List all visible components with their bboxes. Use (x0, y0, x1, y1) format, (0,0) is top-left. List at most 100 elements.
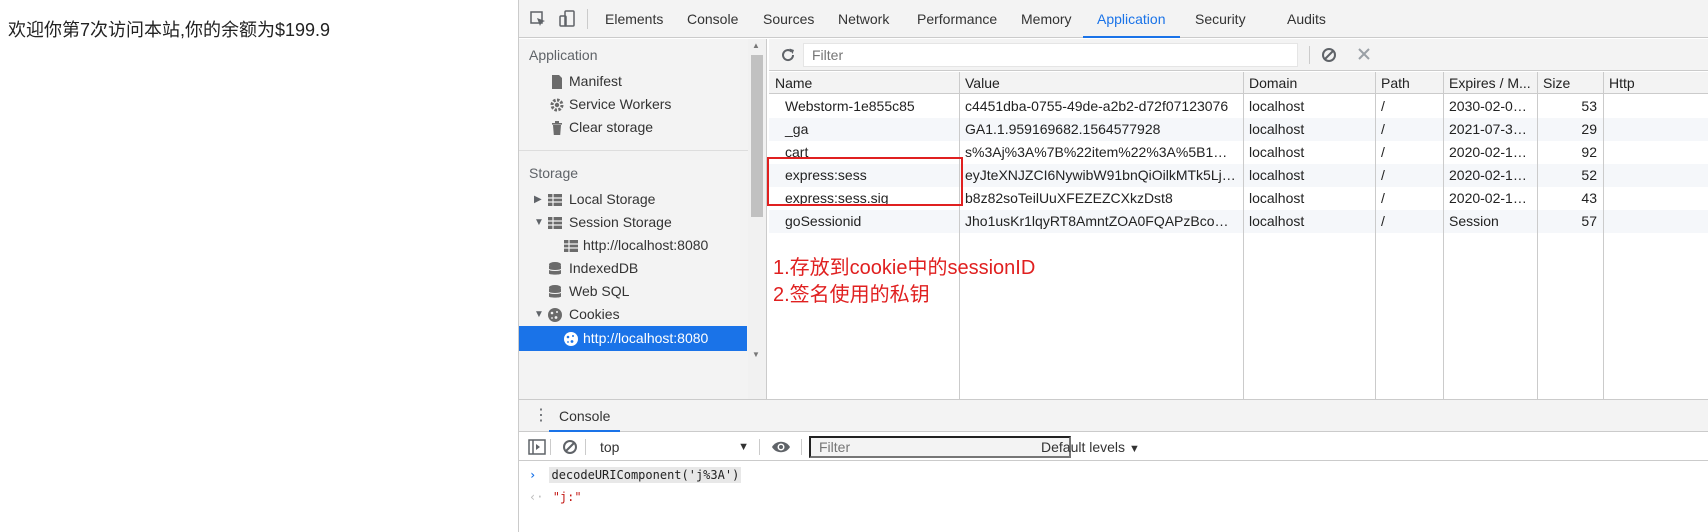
database-icon (547, 283, 563, 299)
database-icon (547, 260, 563, 276)
column-divider[interactable] (1603, 72, 1604, 399)
console-tabbar: ⋮ Console (519, 400, 1708, 432)
expand-arrow-icon[interactable]: ▶ (534, 187, 542, 212)
column-divider[interactable] (1537, 72, 1538, 399)
clear-all-icon[interactable] (1321, 47, 1337, 66)
sidebar-item-cookies-origin[interactable]: http://localhost:8080 (519, 326, 747, 351)
log-levels-dropdown[interactable]: Default levels ▼ (1041, 436, 1140, 458)
application-sidebar: Application Manifest Service Workers Cle… (519, 39, 767, 399)
tabbar-separator (587, 9, 588, 29)
console-output-value[interactable]: "j:" (553, 490, 582, 504)
sidebar-scrollbar[interactable]: ▲ ▼ (748, 39, 766, 399)
cookie-path: / (1381, 98, 1385, 114)
collapse-arrow-icon[interactable]: ▼ (534, 302, 544, 327)
sidebar-item-label: Service Workers (569, 96, 672, 112)
column-header-value[interactable]: Value (959, 72, 1243, 94)
console-toolbar: top ▼ Default levels ▼ (519, 433, 1708, 461)
sidebar-item-label: Cookies (569, 306, 620, 322)
cookie-name: cart (785, 144, 809, 160)
table-row[interactable]: Webstorm-1e855c85 c4451dba-0755-49de-a2b… (769, 95, 1708, 118)
log-levels-label: Default levels (1041, 439, 1126, 455)
cookie-value: b8z82soTeilUuXFEZEZCXkzDst8 (965, 190, 1173, 206)
column-header-httponly[interactable]: Http (1603, 72, 1708, 94)
device-toolbar-icon[interactable] (559, 10, 577, 28)
tab-performance[interactable]: Performance (915, 0, 999, 38)
cookies-table: Name Value Domain Path Expires / M... Si… (767, 72, 1708, 399)
refresh-icon[interactable] (779, 46, 797, 67)
sidebar-item-label: http://localhost:8080 (583, 237, 709, 253)
tab-sources[interactable]: Sources (761, 0, 816, 38)
more-options-icon[interactable]: ⋮ (533, 406, 549, 426)
sidebar-item-manifest[interactable]: Manifest (519, 69, 749, 94)
sidebar-item-local-storage[interactable]: ▶ Local Storage (519, 187, 749, 212)
tab-memory[interactable]: Memory (1019, 0, 1074, 38)
cookie-path: / (1381, 144, 1385, 160)
sidebar-item-cookies[interactable]: ▼ Cookies (519, 302, 749, 327)
column-divider[interactable] (959, 72, 960, 399)
cookie-domain: localhost (1249, 121, 1305, 137)
collapse-arrow-icon[interactable]: ▼ (534, 210, 544, 235)
cookie-name: express:sess.sig (785, 190, 889, 206)
cookie-path: / (1381, 190, 1385, 206)
table-header-row: Name Value Domain Path Expires / M... Si… (769, 72, 1708, 94)
toolbar-separator (801, 439, 802, 455)
sidebar-item-web-sql[interactable]: Web SQL (519, 279, 749, 304)
console-filter-input[interactable] (809, 436, 1071, 458)
cookie-expires: 2021-07-30... (1449, 121, 1533, 137)
sidebar-item-clear-storage[interactable]: Clear storage (519, 115, 749, 140)
column-divider[interactable] (1375, 72, 1376, 399)
cookie-value: eyJteXNJZCI6NywibW91bnQiOilkMTk5Ljkif... (965, 167, 1243, 183)
sidebar-item-label: http://localhost:8080 (583, 330, 709, 346)
tab-security[interactable]: Security (1193, 0, 1248, 38)
column-divider[interactable] (1243, 72, 1244, 399)
sidebar-divider (519, 150, 749, 151)
console-tab[interactable]: Console (548, 400, 621, 432)
tab-application[interactable]: Application (1083, 0, 1179, 38)
sidebar-item-session-storage-origin[interactable]: http://localhost:8080 (519, 233, 749, 258)
column-divider[interactable] (1443, 72, 1444, 399)
cookie-icon (547, 306, 563, 322)
inspect-element-icon[interactable] (529, 10, 547, 28)
toolbar-separator (1309, 46, 1310, 64)
sidebar-header-storage: Storage (529, 165, 579, 181)
tab-audits[interactable]: Audits (1285, 0, 1328, 38)
clear-console-icon[interactable] (562, 439, 578, 458)
eye-icon[interactable] (771, 439, 791, 458)
context-selector[interactable]: top ▼ (599, 436, 749, 458)
table-row[interactable]: _ga GA1.1.959169682.1564577928 localhost… (769, 118, 1708, 141)
delete-selected-icon[interactable] (1357, 47, 1371, 64)
table-row[interactable]: express:sess eyJteXNJZCI6NywibW91bnQiOil… (769, 164, 1708, 187)
tab-network[interactable]: Network (836, 0, 891, 38)
tab-elements[interactable]: Elements (603, 0, 665, 38)
tab-console[interactable]: Console (685, 0, 740, 38)
scroll-up-arrow-icon[interactable]: ▲ (752, 41, 760, 50)
cookie-name: express:sess (785, 167, 867, 183)
table-row[interactable]: express:sess.sig b8z82soTeilUuXFEZEZCXkz… (769, 187, 1708, 210)
cookie-size: 29 (1581, 121, 1597, 137)
cookie-name: _ga (785, 121, 809, 137)
cookie-size: 43 (1581, 190, 1597, 206)
column-header-size[interactable]: Size (1537, 72, 1603, 94)
sidebar-item-indexeddb[interactable]: IndexedDB (519, 256, 749, 281)
scroll-down-arrow-icon[interactable]: ▼ (752, 350, 760, 359)
table-row[interactable]: cart s%3Aj%3A%7B%22item%22%3A%5B1%2C... … (769, 141, 1708, 164)
sidebar-item-service-workers[interactable]: Service Workers (519, 92, 749, 117)
column-header-path[interactable]: Path (1375, 72, 1443, 94)
web-page: 欢迎你第7次访问本站,你的余额为$199.9 (0, 0, 518, 532)
column-header-domain[interactable]: Domain (1243, 72, 1375, 94)
table-row[interactable]: goSessionid Jho1usKr1lqyRT8AmntZOA0FQAPz… (769, 210, 1708, 233)
show-sidebar-icon[interactable] (528, 438, 546, 459)
scrollbar-thumb[interactable] (751, 55, 763, 217)
console-drawer: ⋮ Console top ▼ Default levels (519, 399, 1708, 532)
toolbar-separator (550, 439, 551, 455)
console-input-code[interactable]: decodeURIComponent('j%3A') (549, 467, 742, 483)
column-header-name[interactable]: Name (769, 72, 959, 94)
sidebar-item-label: Manifest (569, 73, 622, 89)
cookies-filter-input[interactable] (803, 43, 1298, 67)
dropdown-caret-icon: ▼ (738, 441, 749, 453)
sidebar-item-session-storage[interactable]: ▼ Session Storage (519, 210, 749, 235)
sidebar-item-label: Clear storage (569, 119, 654, 135)
cookie-size: 52 (1581, 167, 1597, 183)
column-header-expires[interactable]: Expires / M... (1443, 72, 1537, 94)
cookie-size: 92 (1581, 144, 1597, 160)
